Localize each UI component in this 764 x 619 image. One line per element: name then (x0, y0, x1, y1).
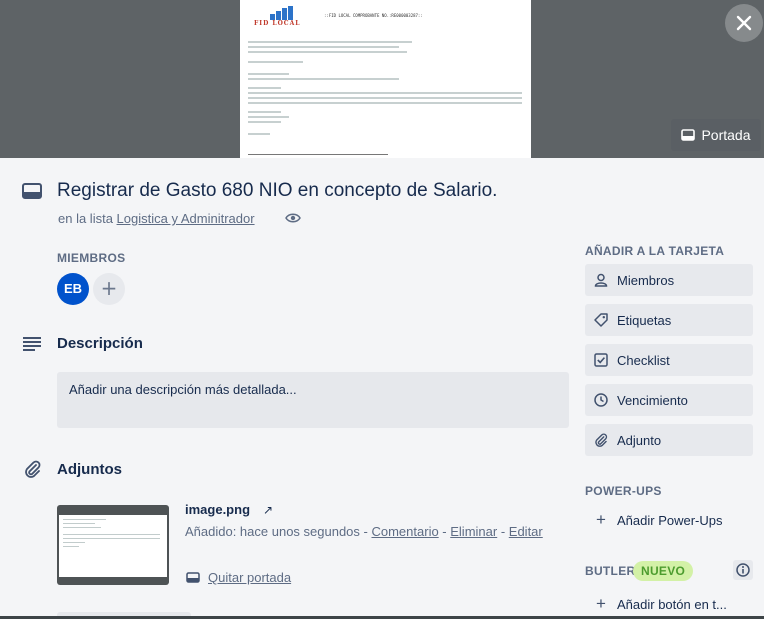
avatar[interactable]: EB (57, 273, 89, 305)
sidebar-attachment-button[interactable]: Adjunto (585, 424, 753, 456)
cover-button-label: Portada (701, 127, 751, 143)
sidebar-checklist-button[interactable]: Checklist (585, 344, 753, 376)
add-powerups-button[interactable]: + Añadir Power-Ups (585, 504, 753, 536)
card-title[interactable]: Registrar de Gasto 680 NIO en concepto d… (57, 180, 497, 202)
remove-cover-button[interactable]: Quitar portada (186, 570, 291, 585)
sidebar-checklist-label: Checklist (617, 352, 670, 368)
tag-icon (594, 313, 608, 327)
doc-body-lines (248, 38, 522, 138)
list-prefix: en la lista (58, 211, 113, 226)
card-detail-panel: Registrar de Gasto 680 NIO en concepto d… (0, 158, 764, 619)
cover-button[interactable]: Portada (671, 119, 761, 151)
attachment-added: Añadido: hace unos segundos (185, 524, 360, 539)
powerups-label: POWER-UPS (585, 484, 662, 498)
close-button[interactable] (725, 4, 763, 42)
add-to-card-label: AÑADIR A LA TARJETA (585, 244, 725, 258)
doc-signature-line (248, 154, 388, 155)
description-input[interactable]: Añadir una descripción más detallada... (57, 372, 569, 428)
checkbox-icon (594, 353, 608, 367)
sidebar-members-button[interactable]: Miembros (585, 264, 753, 296)
attachment-meta: Añadido: hace unos segundos - Comentario… (185, 524, 543, 539)
cover-document-image: FID LOCAL ::FID LOCAL COMPROBANTE NO.:RE… (240, 0, 531, 158)
add-butler-label: Añadir botón en t... (617, 596, 727, 612)
clock-icon (594, 393, 608, 407)
eye-icon[interactable] (285, 212, 301, 224)
add-powerups-label: Añadir Power-Ups (617, 512, 723, 528)
sidebar-members-label: Miembros (617, 272, 675, 288)
card-title-icon (22, 183, 42, 199)
butler-info-button[interactable] (733, 560, 753, 580)
new-badge: NUEVO (633, 561, 694, 581)
list-info: en la lista Logistica y Adminitrador (58, 211, 255, 226)
card-icon (186, 572, 200, 583)
list-link[interactable]: Logistica y Adminitrador (117, 211, 255, 226)
sidebar-attachment-label: Adjunto (617, 432, 662, 448)
members-label: MIEMBROS (57, 251, 126, 265)
close-icon (736, 15, 752, 31)
add-member-button[interactable]: + (93, 273, 125, 305)
doc-logo-icon (256, 6, 293, 20)
attachment-delete-link[interactable]: Eliminar (450, 524, 497, 539)
butler-label: BUTLER (585, 564, 636, 578)
plus-icon: + (596, 594, 606, 613)
person-icon (594, 273, 608, 287)
sidebar-due-date-label: Vencimiento (617, 392, 688, 408)
attachments-title: Adjuntos (57, 461, 122, 478)
sidebar-labels-label: Etiquetas (617, 312, 672, 328)
description-icon (23, 337, 41, 351)
add-butler-button[interactable]: + Añadir botón en t... (585, 588, 753, 619)
remove-cover-label: Quitar portada (208, 570, 292, 585)
attachment-name: image.png (185, 502, 251, 517)
open-external-icon[interactable]: ↗ (263, 503, 273, 517)
info-icon (736, 563, 750, 577)
paperclip-icon (25, 460, 41, 478)
paperclip-icon (595, 433, 608, 447)
sidebar-due-date-button[interactable]: Vencimiento (585, 384, 753, 416)
attachment-comment-link[interactable]: Comentario (371, 524, 438, 539)
description-title: Descripción (57, 335, 143, 352)
doc-header: ::FID LOCAL COMPROBANTE NO.:RE000003287:… (324, 13, 423, 18)
doc-brand: FID LOCAL (254, 20, 301, 27)
plus-icon: + (596, 510, 606, 529)
attachment-edit-link[interactable]: Editar (509, 524, 543, 539)
sidebar-labels-button[interactable]: Etiquetas (585, 304, 753, 336)
card-cover: FID LOCAL ::FID LOCAL COMPROBANTE NO.:RE… (0, 0, 764, 158)
attachment-thumbnail[interactable] (57, 505, 169, 585)
card-icon (681, 129, 696, 141)
